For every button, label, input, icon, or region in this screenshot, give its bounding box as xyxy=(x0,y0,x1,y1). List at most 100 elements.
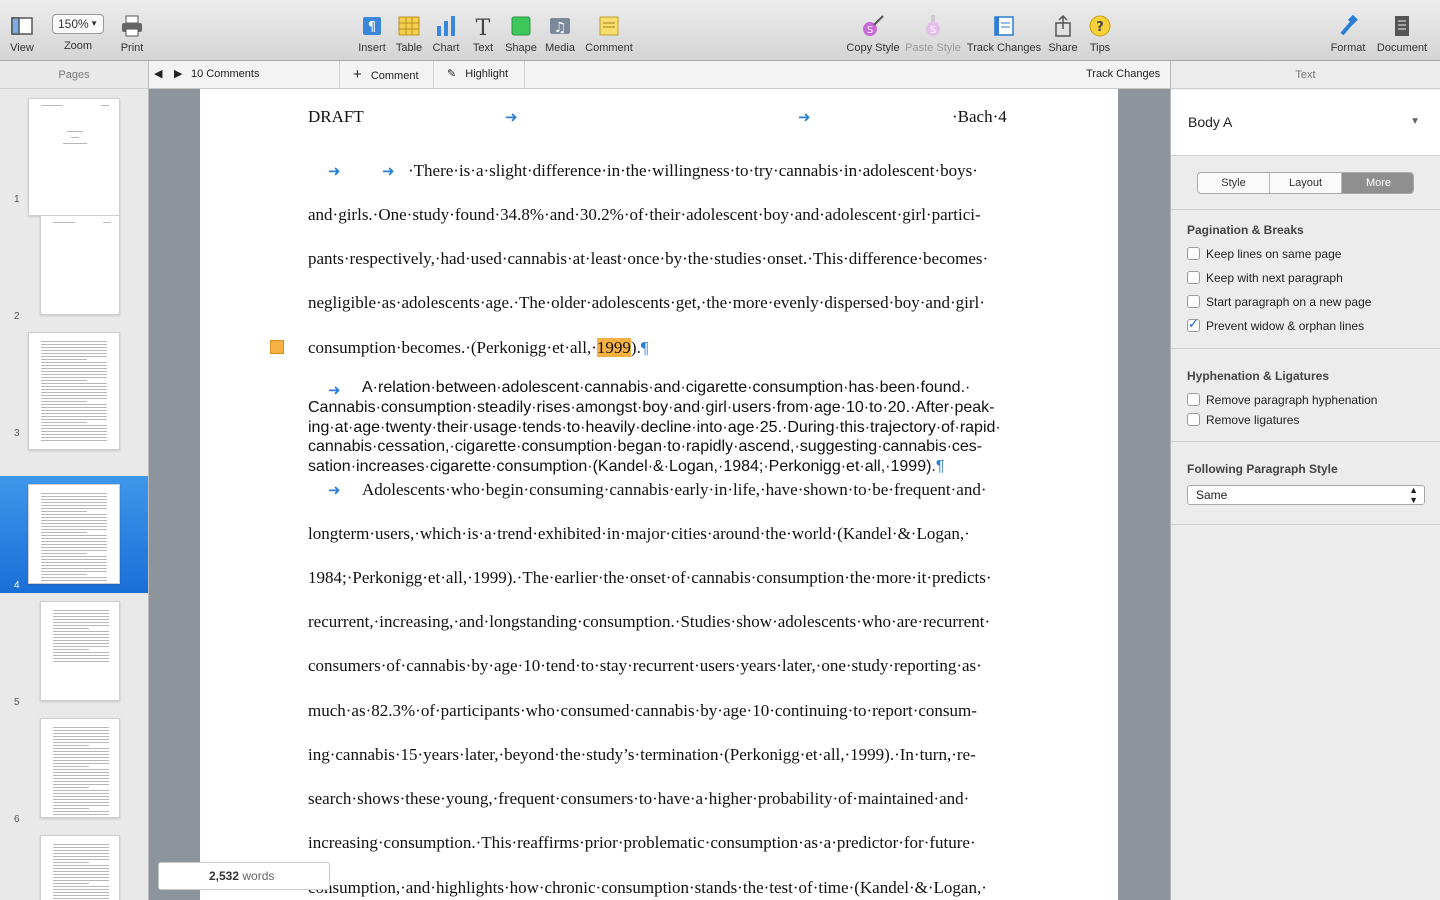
thumbnail-text-line xyxy=(53,808,89,809)
highlight-button[interactable]: ✎ Highlight xyxy=(447,61,508,89)
checkbox-remove-hyphenation[interactable]: Remove paragraph hyphenation xyxy=(1187,393,1377,409)
page-thumbnail-2[interactable]: 2 xyxy=(0,207,148,324)
comment-marker[interactable] xyxy=(270,340,284,354)
thumbnail-text-line xyxy=(41,517,107,518)
thumbnail-text-line xyxy=(41,556,107,557)
thumbnail-text-line xyxy=(41,374,107,375)
page-thumbnail-1[interactable]: 1 xyxy=(0,90,148,216)
page-thumbnail-7[interactable] xyxy=(0,827,148,900)
checkbox-keep-with-next[interactable]: Keep with next paragraph xyxy=(1187,271,1343,287)
thumbnail-text-line xyxy=(53,796,109,797)
thumbnail-text-line xyxy=(53,895,109,896)
view-icon xyxy=(10,14,34,38)
paste-style-button[interactable]: S Paste Style xyxy=(905,14,961,54)
paste-style-icon: S xyxy=(921,14,945,38)
thumbnail-text-line xyxy=(41,508,107,509)
page-thumbnail-6[interactable]: 6 xyxy=(0,710,148,827)
thumbnail-text-line xyxy=(41,535,107,536)
thumbnail-text-line xyxy=(53,631,109,632)
plus-icon: + xyxy=(353,66,362,83)
pencil-icon: ✎ xyxy=(447,68,457,80)
following-style-select[interactable]: Same ▲ ▼ xyxy=(1187,485,1425,505)
thumbnail-text-line xyxy=(53,640,109,641)
format-button[interactable]: Format xyxy=(1328,14,1368,54)
comment-button[interactable]: Comment xyxy=(584,14,634,54)
thumbnail-text-line xyxy=(53,877,109,878)
pilcrow-mark: ¶ xyxy=(640,338,649,357)
document-button[interactable]: Document xyxy=(1374,14,1430,54)
thumbnail-text-line xyxy=(53,748,109,749)
share-button[interactable]: Share xyxy=(1047,14,1079,54)
zoom-select[interactable]: 150% ▼ xyxy=(52,14,104,34)
media-button[interactable]: ♫ Media xyxy=(544,14,576,54)
thumbnail-text-line xyxy=(41,356,107,357)
table-button[interactable]: Table xyxy=(394,14,424,54)
thumbnail-text-line xyxy=(53,874,109,875)
thumbnail-text-line xyxy=(53,646,109,647)
view-button[interactable]: View xyxy=(8,14,36,54)
text-button[interactable]: T Text xyxy=(469,14,497,54)
paragraph-line: A·relation·between·adolescent·cannabis·a… xyxy=(362,379,971,396)
shape-button[interactable]: Shape xyxy=(505,14,537,54)
track-changes-button[interactable]: Track Changes xyxy=(966,14,1042,54)
paragraph-line: ing·cannabis·15·years·later,·beyond·the·… xyxy=(308,745,976,764)
thumbnail-text-line xyxy=(41,344,107,345)
paragraph-line: Adolescents·who·begin·consuming·cannabis… xyxy=(362,480,987,499)
paragraph-line: negligible·as·adolescents·age.·The·older… xyxy=(308,293,985,312)
thumbnail-text-line xyxy=(53,781,109,782)
page-thumbnail-3[interactable]: 3 xyxy=(0,324,148,450)
thumbnail-text-line xyxy=(41,365,107,366)
thumbnail-text-line xyxy=(53,736,109,737)
page-thumbnail-4[interactable]: 4 xyxy=(0,476,148,593)
tab-style[interactable]: Style xyxy=(1198,173,1270,193)
thumbnail-text-line xyxy=(53,787,89,788)
thumbnail-text-line xyxy=(41,377,107,378)
thumbnail-text-line xyxy=(53,847,109,848)
track-changes-label[interactable]: Track Changes xyxy=(1086,61,1160,89)
thumbnail-text-line xyxy=(41,538,107,539)
svg-text:S: S xyxy=(867,25,873,36)
thumbnail-text-line xyxy=(53,628,89,629)
thumbnail-text-line xyxy=(53,892,109,893)
chart-button[interactable]: Chart xyxy=(431,14,461,54)
tab-more[interactable]: More xyxy=(1342,173,1413,193)
thumbnail-text-line xyxy=(53,856,109,857)
thumbnail-text-line xyxy=(41,577,107,578)
thumbnail-text-line xyxy=(41,565,107,566)
thumbnail-text-line xyxy=(41,440,107,441)
previous-comment-icon[interactable]: ◀ xyxy=(154,61,162,89)
tab-layout[interactable]: Layout xyxy=(1270,173,1342,193)
insert-button[interactable]: ¶ Insert xyxy=(355,14,389,54)
checkbox-remove-ligatures[interactable]: Remove ligatures xyxy=(1187,413,1299,429)
paragraph-line: 1984;·Perkonigg·et·all,·1999).·The·earli… xyxy=(308,568,992,587)
paragraph-style-selector[interactable]: Body A ▼ xyxy=(1171,90,1440,156)
text-icon: T xyxy=(471,14,495,41)
word-count[interactable]: 2,532 words xyxy=(158,862,330,890)
thumbnail-text-line xyxy=(41,493,107,494)
thumbnail-text-line xyxy=(53,880,109,881)
checkbox-keep-lines[interactable]: Keep lines on same page xyxy=(1187,247,1341,263)
thumbnail-text-line xyxy=(41,502,107,503)
select-arrows-icon: ▲ ▼ xyxy=(1409,485,1418,505)
comments-bar: ◀ ▶ 10 Comments + Comment ✎ Highlight Tr… xyxy=(149,61,1170,89)
checkbox-start-new-page[interactable]: Start paragraph on a new page xyxy=(1187,295,1371,311)
page-thumbnail-5[interactable]: 5 xyxy=(0,593,148,710)
checkbox-prevent-widow[interactable]: Prevent widow & orphan lines xyxy=(1187,317,1364,335)
thumbnail-text-line xyxy=(41,353,107,354)
svg-text:S: S xyxy=(930,25,936,36)
thumbnail-text-line xyxy=(41,571,107,572)
add-comment-button[interactable]: + Comment xyxy=(353,61,419,89)
next-comment-icon[interactable]: ▶ xyxy=(174,61,182,89)
document-page[interactable]: DRAFT ➜ ➜ ·Bach·4 ➜ ➜ ·There·is·a·slight… xyxy=(200,89,1118,900)
thumbnail-text-line xyxy=(53,778,109,779)
thumbnail-text-line xyxy=(53,760,109,761)
tips-button[interactable]: ? Tips xyxy=(1086,14,1114,54)
copy-style-button[interactable]: S Copy Style xyxy=(845,14,901,54)
thumbnail-text-line xyxy=(53,805,109,806)
thumbnail-text-line xyxy=(53,766,89,767)
zoom-control[interactable]: 150% ▼ Zoom xyxy=(52,14,104,52)
highlighted-text[interactable]: 1999 xyxy=(596,338,631,357)
print-button[interactable]: Print xyxy=(116,14,148,54)
thumbnail-text-line xyxy=(41,398,107,399)
thumbnail-text-line xyxy=(53,775,109,776)
